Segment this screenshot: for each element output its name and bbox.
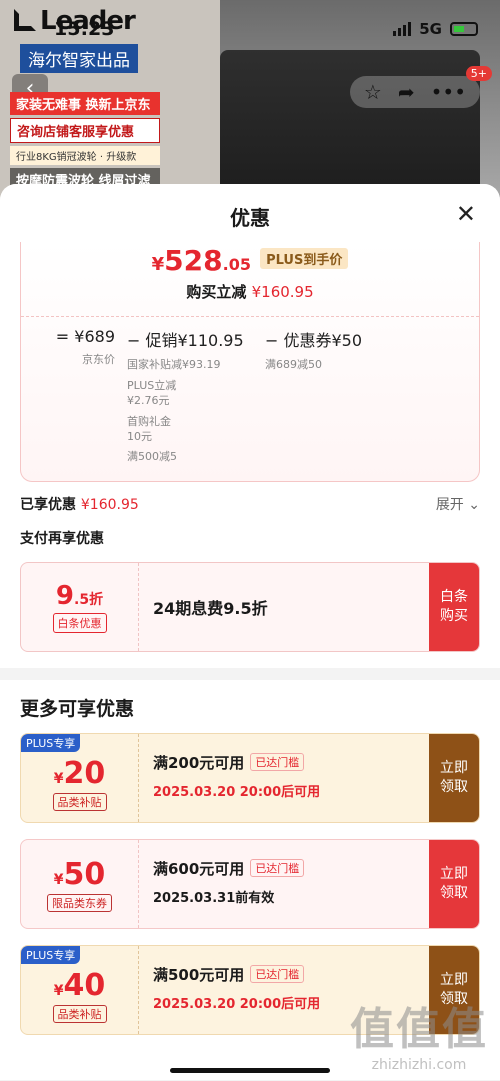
baitiao-tag: 白条优惠 — [52, 613, 107, 633]
final-price: ¥528.05 — [151, 244, 251, 277]
watermark: 值值值 zhizhizhi.com — [350, 993, 488, 1073]
breakdown-jd-price: = ¥689 京东价 — [55, 327, 115, 366]
divider — [21, 316, 479, 317]
price-breakdown: = ¥689 京东价 − 促销¥110.95 国家补贴减¥93.19 PLUS立… — [21, 327, 479, 469]
price-card: ¥528.05 PLUS到手价 购买立减 ¥160.95 = ¥689 京东价 … — [20, 242, 480, 482]
sheet-header: 优惠 ✕ — [0, 184, 500, 242]
coupon-validity: 2025.03.31前有效 — [153, 891, 275, 906]
threshold-badge: 已达门槛 — [250, 859, 305, 877]
breakdown-promo: − 促销¥110.95 国家补贴减¥93.19 PLUS立减 ¥2.76元 首购… — [127, 331, 244, 463]
final-price-row: ¥528.05 PLUS到手价 — [21, 244, 479, 277]
coupon-amount-block: PLUS专享 ¥20 品类补贴 — [21, 734, 139, 822]
coupon-amount: ¥50 — [53, 856, 106, 892]
breakdown-coupon: − 优惠券¥50 满689减50 — [265, 331, 363, 371]
expand-button[interactable]: 展开 ⌄ — [436, 494, 480, 514]
close-icon[interactable]: ✕ — [456, 200, 476, 228]
network-label: 5G — [419, 20, 442, 38]
promo-line: 行业8KG销冠波轮 · 升级款 — [10, 146, 160, 165]
signal-icon — [393, 22, 412, 36]
coupon-amount-block: ¥50 限品类东券 — [21, 840, 139, 928]
more-discounts-title: 更多可享优惠 — [20, 698, 135, 720]
coupon-card: ¥50 限品类东券 满600元可用 已达门槛 2025.03.31前有效 立即领取 — [20, 839, 480, 929]
sheet-title: 优惠 — [230, 206, 270, 230]
coupon-condition: 满200元可用 已达门槛 — [153, 752, 429, 773]
product-background: Leader 15:23 5G 海尔智家出品 ‹ ☆ ➦ ••• 5+ 家装无难… — [0, 0, 500, 200]
status-time: 15:23 — [54, 18, 115, 40]
status-icons: 5G — [393, 20, 478, 38]
enjoyed-discount-row: 已享优惠 ¥160.95 展开 ⌄ — [20, 494, 480, 514]
haier-label: 海尔智家出品 — [20, 44, 138, 73]
coupon-amount: ¥20 — [53, 755, 106, 791]
top-actions: ☆ ➦ ••• — [349, 76, 480, 108]
threshold-badge: 已达门槛 — [250, 965, 305, 983]
battery-icon — [450, 22, 478, 36]
price-section: ¥528.05 PLUS到手价 购买立减 ¥160.95 = ¥689 京东价 … — [0, 242, 500, 668]
coupon-amount: ¥40 — [53, 967, 106, 1003]
pay-discount-title: 支付再享优惠 — [20, 531, 104, 547]
promo-line: 家装无难事 换新上京东 — [10, 92, 160, 115]
watermark-url: zhizhizhi.com — [371, 1057, 467, 1073]
watermark-logo: 值值值 — [350, 1004, 488, 1055]
baitiao-rate-block: 9.5折 白条优惠 — [21, 563, 139, 651]
claim-coupon-button[interactable]: 立即领取 — [429, 734, 479, 822]
baitiao-rate: 9.5折 — [55, 581, 104, 611]
plus-price-tag: PLUS到手价 — [260, 248, 349, 269]
baitiao-buy-button[interactable]: 白条购买 — [429, 563, 479, 651]
coupon-condition: 满500元可用 已达门槛 — [153, 964, 429, 985]
coupon-amount-block: PLUS专享 ¥40 品类补贴 — [21, 946, 139, 1034]
notification-badge: 5+ — [465, 66, 492, 81]
plus-exclusive-badge: PLUS专享 — [21, 946, 81, 964]
coupon-validity: 2025.03.20 20:00后可用 — [153, 785, 321, 800]
baitiao-card: 9.5折 白条优惠 24期息费9.5折 白条购买 — [20, 562, 480, 652]
promo-line: 咨询店铺客服享优惠 — [10, 118, 160, 143]
chevron-down-icon: ⌄ — [468, 497, 480, 513]
coupon-type-tag: 品类补贴 — [52, 792, 107, 811]
coupon-type-tag: 限品类东券 — [47, 893, 112, 912]
threshold-badge: 已达门槛 — [250, 753, 305, 771]
coupon-info: 满200元可用 已达门槛 2025.03.20 20:00后可用 — [139, 734, 429, 822]
coupon-card: PLUS专享 ¥20 品类补贴 满200元可用 已达门槛 2025.03.20 2… — [20, 733, 480, 823]
discount-sheet: 优惠 ✕ ¥528.05 PLUS到手价 购买立减 ¥160.95 = ¥689… — [0, 184, 500, 1081]
promo-banner: 家装无难事 换新上京东 咨询店铺客服享优惠 行业8KG销冠波轮 · 升级款 按摩… — [10, 92, 160, 194]
favorite-star-icon[interactable]: ☆ — [364, 80, 382, 104]
instant-discount: 购买立减 ¥160.95 — [186, 283, 314, 301]
share-icon[interactable]: ➦ — [398, 80, 415, 104]
home-indicator[interactable] — [170, 1068, 330, 1073]
baitiao-desc: 24期息费9.5折 — [153, 599, 268, 618]
coupon-condition: 满600元可用 已达门槛 — [153, 858, 429, 879]
plus-exclusive-badge: PLUS专享 — [21, 734, 81, 752]
coupon-info: 满600元可用 已达门槛 2025.03.31前有效 — [139, 840, 429, 928]
washing-machine-image — [220, 50, 480, 200]
claim-coupon-button[interactable]: 立即领取 — [429, 840, 479, 928]
enjoyed-label: 已享优惠 ¥160.95 — [20, 497, 139, 513]
coupon-type-tag: 品类补贴 — [52, 1004, 107, 1023]
more-icon[interactable]: ••• — [431, 80, 466, 104]
